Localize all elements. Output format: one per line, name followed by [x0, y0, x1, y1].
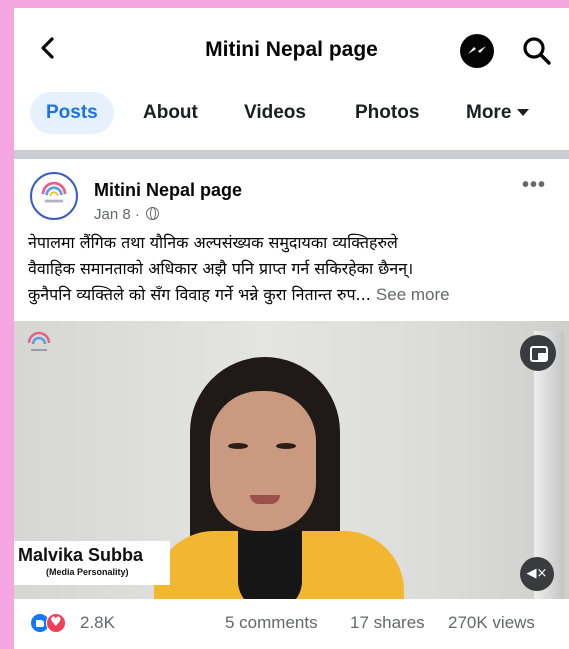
shares-count[interactable]: 17 shares — [350, 613, 425, 633]
picture-in-picture-icon[interactable] — [520, 335, 556, 371]
more-options-icon[interactable]: ••• — [522, 174, 546, 197]
post-text-line: वैवाहिक समानताको अधिकार अझै पनि प्राप्त … — [28, 259, 414, 278]
post-text-line-last: कुनैपनि व्यक्तिले को सँग विवाह गर्ने भन्… — [28, 282, 558, 308]
reactions-icons[interactable] — [30, 613, 70, 633]
facebook-page-screen: Mitini Nepal page Posts About Videos Pho… — [14, 8, 569, 649]
mute-icon[interactable]: ◀× — [520, 557, 554, 591]
tab-more-label: More — [466, 102, 512, 123]
post-meta: Jan 8 · — [94, 206, 160, 223]
caret-down-icon — [517, 109, 530, 117]
post-author[interactable]: Mitini Nepal page — [94, 180, 242, 201]
messenger-icon[interactable] — [460, 34, 494, 68]
globe-icon — [146, 207, 160, 220]
caption-role: (Media Personality) — [46, 567, 129, 577]
tab-about-label: About — [143, 102, 198, 123]
tab-posts[interactable]: Posts — [30, 92, 114, 134]
watermark-logo-icon — [27, 331, 51, 351]
video-person-eye — [228, 443, 248, 449]
post-text: नेपालमा लैंगिक तथा यौनिक अल्पसंख्यक समुद… — [28, 230, 558, 308]
video-caption: Malvika Subba (Media Personality) — [14, 541, 170, 585]
top-bar: Mitini Nepal page — [14, 8, 569, 88]
love-reaction-icon — [46, 613, 66, 633]
video-person-face — [210, 391, 316, 531]
comments-count[interactable]: 5 comments — [225, 613, 318, 633]
caption-name: Malvika Subba — [18, 545, 144, 565]
post-header: Mitini Nepal page Jan 8 · ••• — [14, 168, 569, 228]
section-divider — [14, 150, 569, 159]
tab-photos[interactable]: Photos — [355, 92, 419, 134]
tab-videos[interactable]: Videos — [244, 92, 306, 134]
views-count: 270K views — [448, 613, 535, 632]
tab-more[interactable]: More — [466, 92, 530, 134]
post-video[interactable]: ◀× Malvika Subba (Media Personality) — [14, 321, 569, 599]
avatar[interactable] — [30, 172, 78, 220]
video-person-shirt — [238, 531, 302, 599]
tab-about[interactable]: About — [143, 92, 198, 134]
reaction-count[interactable]: 2.8K — [80, 613, 115, 633]
search-icon[interactable] — [522, 36, 552, 66]
post-date[interactable]: Jan 8 · — [94, 206, 140, 223]
tab-photos-label: Photos — [355, 102, 420, 123]
see-more-link[interactable]: See more — [376, 285, 450, 304]
post-text-line: नेपालमा लैंगिक तथा यौनिक अल्पसंख्यक समुद… — [28, 233, 398, 252]
tab-videos-label: Videos — [244, 102, 306, 123]
page-tabs: Posts About Videos Photos More — [14, 90, 569, 140]
post-text-line: कुनैपनि व्यक्तिले को सँग विवाह गर्ने भन्… — [28, 285, 371, 304]
tab-posts-label: Posts — [46, 102, 98, 123]
video-person-eye — [276, 443, 296, 449]
post-stats: 2.8K 5 comments 17 shares 270K views — [14, 608, 569, 638]
video-person-mouth — [250, 495, 280, 504]
